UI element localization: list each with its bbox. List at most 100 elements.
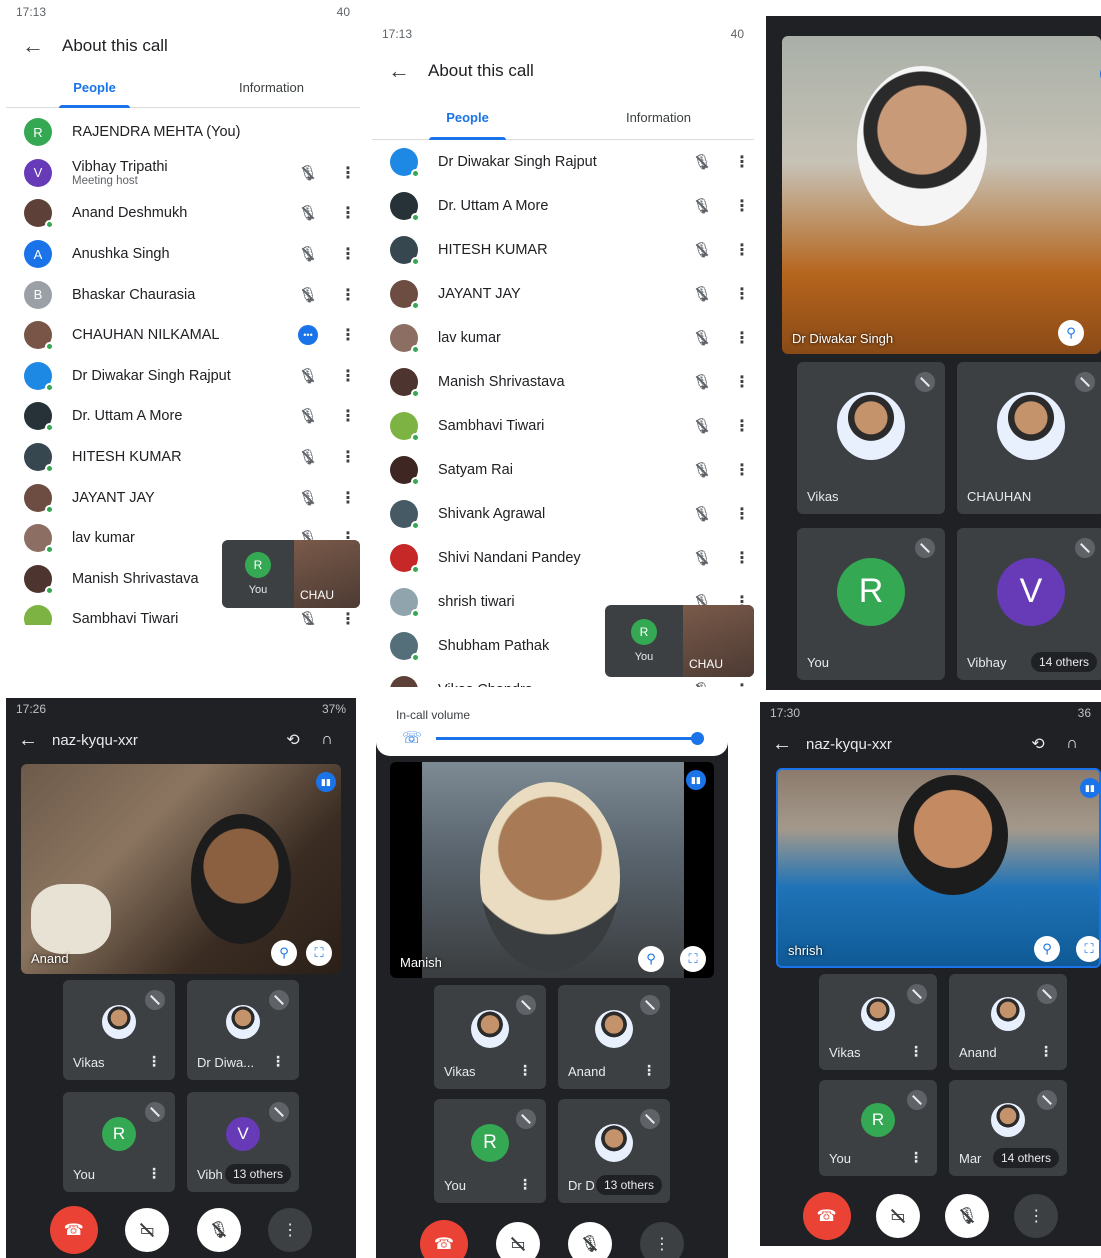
more-options-icon[interactable]: ⋮ [340, 325, 356, 345]
camera-off-button[interactable]: ▭ [125, 1208, 170, 1252]
more-options-icon[interactable]: ⋮ [340, 163, 356, 183]
participant-tile[interactable]: Anand ⋮ [558, 985, 670, 1089]
participant-row[interactable]: Dr Diwakar Singh Rajput 🎙︎ ⋮ [6, 356, 360, 397]
switch-camera-icon[interactable]: ⟲ [276, 730, 310, 750]
more-options-icon[interactable]: ⋮ [734, 504, 750, 524]
pin-icon[interactable]: ⚲ [1034, 936, 1060, 962]
participant-row[interactable]: Anand Deshmukh 🎙︎ ⋮ [6, 193, 360, 234]
more-options-icon[interactable]: ⋮ [340, 285, 356, 305]
more-participants-badge[interactable]: 13 others [224, 1164, 291, 1184]
back-arrow-icon[interactable]: ← [18, 729, 52, 752]
more-options-icon[interactable]: ⋮ [734, 196, 750, 216]
participant-row[interactable]: JAYANT JAY 🎙︎ ⋮ [6, 477, 360, 518]
mic-off-button[interactable]: 🎙 [568, 1222, 612, 1258]
more-options-icon[interactable]: ⋮ [734, 680, 750, 687]
more-options-icon[interactable]: ⋮ [734, 240, 750, 260]
more-options-icon[interactable]: ⋮ [340, 406, 356, 426]
self-view-window[interactable]: R You CHAU [222, 540, 360, 608]
hang-up-button[interactable]: ☎ [802, 1192, 851, 1240]
camera-off-button[interactable]: ▭ [496, 1222, 540, 1258]
hang-up-button[interactable]: ☎ [420, 1220, 468, 1258]
more-participants-badge[interactable]: 14 others [992, 1148, 1059, 1168]
more-options-icon[interactable]: ⋮ [734, 328, 750, 348]
more-options-button[interactable]: ⋮ [268, 1208, 313, 1252]
more-options-icon[interactable]: ⋮ [340, 366, 356, 386]
participant-row[interactable]: V Vibhay Tripathi Meeting host 🎙︎ ⋮ [6, 153, 360, 194]
pin-icon[interactable]: ⚲ [638, 946, 664, 972]
fullscreen-icon[interactable]: ⛶ [1076, 936, 1099, 962]
participant-tile[interactable]: Vikas ⋮ [434, 985, 546, 1089]
more-options-icon[interactable]: ⋮ [340, 244, 356, 264]
tab-information[interactable]: Information [563, 96, 754, 139]
tab-information[interactable]: Information [183, 68, 360, 107]
participant-tile[interactable]: R You [797, 528, 945, 680]
participant-row[interactable]: CHAUHAN NILKAMAL ••• ⋮ [6, 315, 360, 356]
more-options-icon[interactable]: ⋮ [1039, 1043, 1053, 1060]
participant-tile[interactable]: R You ⋮ [434, 1099, 546, 1203]
volume-slider[interactable] [436, 732, 704, 745]
more-options-icon[interactable]: ⋮ [734, 152, 750, 172]
hang-up-button[interactable]: ☎ [49, 1206, 98, 1254]
more-options-icon[interactable]: ⋮ [518, 1176, 532, 1193]
audio-output-icon[interactable]: ∩ [1055, 735, 1089, 753]
participant-row[interactable]: HITESH KUMAR 🎙︎ ⋮ [6, 437, 360, 478]
participant-row[interactable]: Shivank Agrawal 🎙︎ ⋮ [372, 492, 754, 536]
participant-row[interactable]: Dr Diwakar Singh Rajput 🎙︎ ⋮ [372, 140, 754, 184]
more-options-icon[interactable]: ⋮ [518, 1062, 532, 1079]
volume-slider-thumb[interactable] [691, 732, 704, 745]
meeting-code[interactable]: naz-kyqu-xxr [806, 736, 1021, 753]
more-options-icon[interactable]: ⋮ [909, 1149, 923, 1166]
mic-off-button[interactable]: 🎙 [196, 1208, 241, 1252]
participant-row[interactable]: JAYANT JAY 🎙︎ ⋮ [372, 272, 754, 316]
more-options-icon[interactable]: ⋮ [147, 1053, 161, 1070]
tab-people[interactable]: People [6, 68, 183, 108]
more-options-icon[interactable]: ⋮ [147, 1165, 161, 1182]
participant-tile[interactable]: V Vibh 13 others [187, 1092, 299, 1192]
more-options-icon[interactable]: ⋮ [340, 488, 356, 508]
self-view-window[interactable]: R You CHAU [605, 605, 754, 677]
more-options-icon[interactable]: ⋮ [271, 1053, 285, 1070]
more-options-icon[interactable]: ⋮ [734, 416, 750, 436]
more-options-icon[interactable]: ⋮ [340, 447, 356, 467]
participant-tile[interactable]: Vikas ⋮ [63, 980, 175, 1080]
back-arrow-icon[interactable]: ← [772, 733, 806, 756]
back-arrow-icon[interactable]: ← [388, 58, 428, 84]
participant-tile[interactable]: R You ⋮ [819, 1080, 937, 1176]
more-options-icon[interactable]: ⋮ [340, 609, 356, 625]
mic-off-button[interactable]: 🎙 [945, 1194, 990, 1238]
audio-output-icon[interactable]: ∩ [310, 731, 344, 749]
participant-row[interactable]: B Bhaskar Chaurasia 🎙︎ ⋮ [6, 274, 360, 315]
participant-row[interactable]: Shivi Nandani Pandey 🎙︎ ⋮ [372, 536, 754, 580]
participant-tile[interactable]: Mar 14 others [949, 1080, 1067, 1176]
fullscreen-icon[interactable]: ⛶ [680, 946, 706, 972]
more-participants-badge[interactable]: 14 others [1030, 652, 1097, 672]
switch-camera-icon[interactable]: ⟲ [1021, 734, 1055, 754]
participant-row[interactable]: lav kumar 🎙︎ ⋮ [372, 316, 754, 360]
camera-off-button[interactable]: ▭ [875, 1194, 920, 1238]
more-options-icon[interactable]: ⋮ [909, 1043, 923, 1060]
participant-tile[interactable]: Vikas ⋮ [819, 974, 937, 1070]
more-options-button[interactable]: ⋮ [640, 1222, 684, 1258]
participant-row[interactable]: HITESH KUMAR 🎙︎ ⋮ [372, 228, 754, 272]
tab-people[interactable]: People [372, 96, 563, 140]
more-options-icon[interactable]: ⋮ [734, 460, 750, 480]
participant-row[interactable]: A Anushka Singh 🎙︎ ⋮ [6, 234, 360, 275]
participant-tile[interactable]: Dr D 13 others [558, 1099, 670, 1203]
more-options-icon[interactable]: ⋮ [340, 203, 356, 223]
fullscreen-icon[interactable]: ⛶ [306, 940, 332, 966]
participant-tile[interactable]: R You ⋮ [63, 1092, 175, 1192]
more-options-icon[interactable]: ⋮ [734, 548, 750, 568]
participant-row[interactable]: R RAJENDRA MEHTA (You) [6, 112, 360, 153]
participant-tile[interactable]: CHAUHAN [957, 362, 1101, 514]
more-options-button[interactable]: ⋮ [1014, 1194, 1059, 1238]
participant-tile[interactable]: V Vibhay 14 others [957, 528, 1101, 680]
more-options-icon[interactable]: ⋮ [734, 372, 750, 392]
meeting-code[interactable]: naz-kyqu-xxr [52, 732, 276, 749]
participant-row[interactable]: Satyam Rai 🎙︎ ⋮ [372, 448, 754, 492]
participant-row[interactable]: Manish Shrivastava 🎙︎ ⋮ [372, 360, 754, 404]
participant-tile[interactable]: Dr Diwa... ⋮ [187, 980, 299, 1080]
participant-row[interactable]: Sambhavi Tiwari 🎙︎ ⋮ [372, 404, 754, 448]
participant-row[interactable]: Dr. Uttam A More 🎙︎ ⋮ [372, 184, 754, 228]
back-arrow-icon[interactable]: ← [22, 33, 62, 59]
participant-tile[interactable]: Anand ⋮ [949, 974, 1067, 1070]
